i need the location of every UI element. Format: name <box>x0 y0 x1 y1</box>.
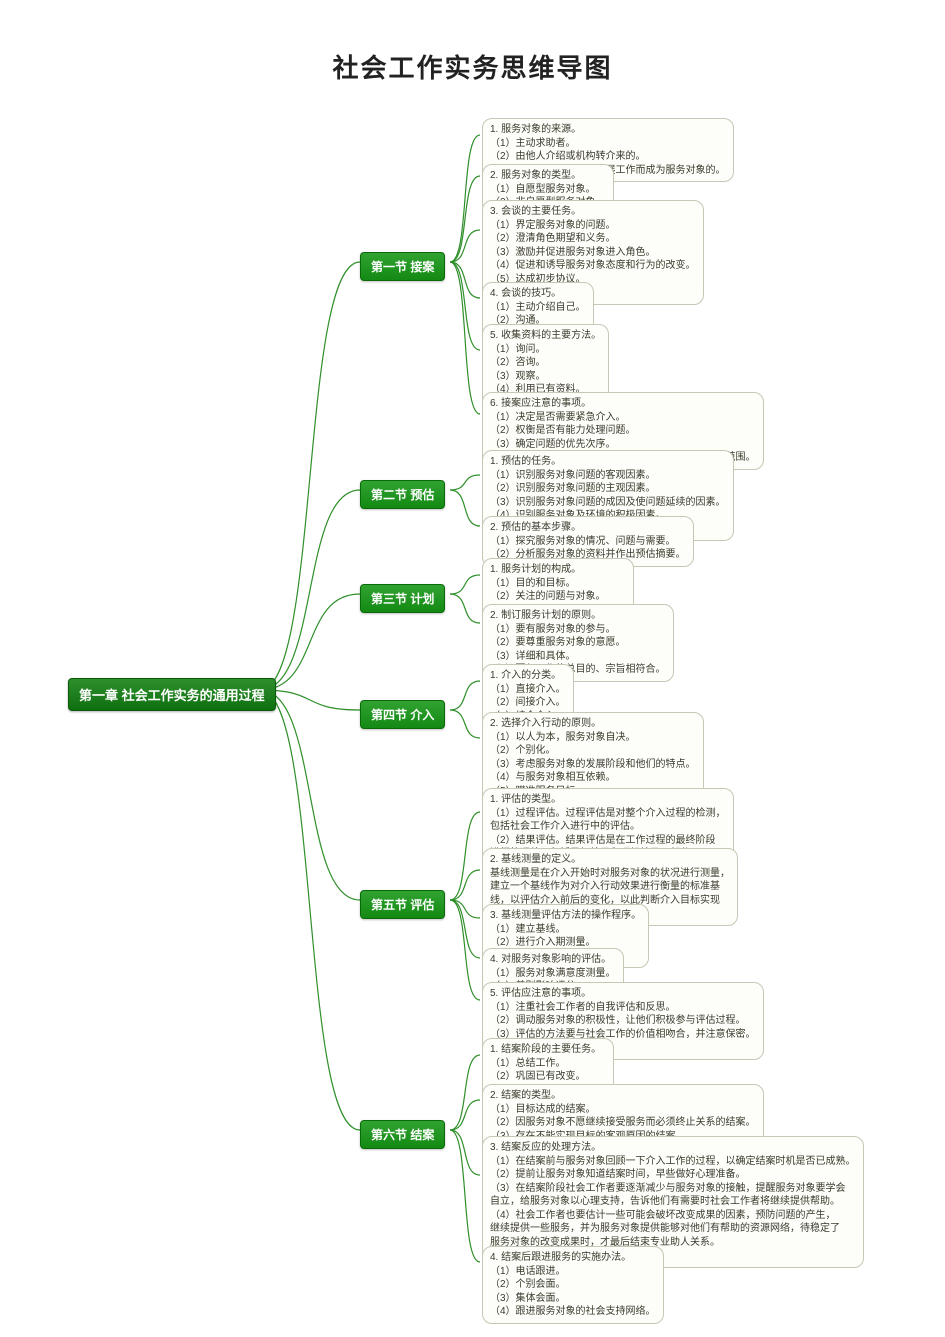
root-node: 第一章 社会工作实务的通用过程 <box>68 678 276 711</box>
section-node-3: 第三节 计划 <box>360 584 445 613</box>
mindmap-page: 社会工作实务思维导图 第一 <box>0 0 945 1337</box>
section-node-4: 第四节 介入 <box>360 700 445 729</box>
section-node-5: 第五节 评估 <box>360 890 445 919</box>
detail-s6-4: 4. 结案后跟进服务的实施办法。 （1）电话跟进。 （2）个别会面。 （3）集体… <box>482 1246 664 1324</box>
section-node-2: 第二节 预估 <box>360 480 445 509</box>
section-node-1: 第一节 接案 <box>360 252 445 281</box>
section-node-6: 第六节 结案 <box>360 1120 445 1149</box>
